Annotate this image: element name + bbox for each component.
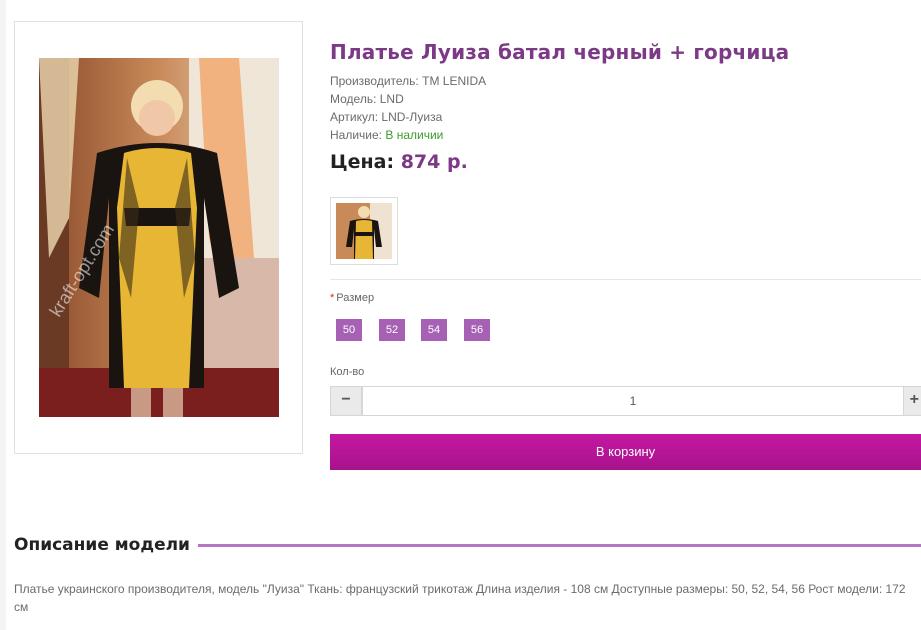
manufacturer-link[interactable]: TM LENIDA bbox=[422, 74, 486, 88]
description-heading-rule bbox=[180, 544, 921, 547]
thumbnail-photo bbox=[336, 203, 392, 259]
product-thumbnail[interactable] bbox=[330, 197, 398, 265]
stock-status: В наличии bbox=[385, 128, 444, 142]
manufacturer-row: Производитель: TM LENIDA bbox=[330, 74, 486, 88]
options-divider bbox=[330, 279, 921, 280]
quantity-plus-button[interactable]: + bbox=[903, 386, 921, 416]
quantity-input[interactable] bbox=[362, 386, 904, 416]
page-left-edge bbox=[0, 0, 6, 630]
main-image-frame[interactable]: kraft-opt.com bbox=[14, 21, 303, 454]
add-to-cart-button[interactable]: В корзину bbox=[330, 434, 921, 470]
quantity-minus-button[interactable]: − bbox=[330, 386, 362, 416]
model-label: Модель: bbox=[330, 92, 377, 106]
size-option-56[interactable]: 56 bbox=[464, 319, 490, 341]
quantity-label: Кол-во bbox=[330, 366, 365, 378]
product-main-image[interactable]: kraft-opt.com bbox=[39, 58, 279, 417]
product-title: Платье Луиза батал черный + горчица bbox=[330, 40, 790, 64]
model-row: Модель: LND bbox=[330, 92, 404, 106]
description-text: Платье украинского производителя, модель… bbox=[14, 582, 906, 614]
model-value: LND bbox=[379, 92, 404, 106]
size-option-50[interactable]: 50 bbox=[336, 319, 362, 341]
price-label: Цена: bbox=[330, 151, 395, 173]
size-label: * Размер bbox=[330, 292, 375, 304]
stock-row: Наличие: В наличии bbox=[330, 128, 443, 142]
size-option-54[interactable]: 54 bbox=[421, 319, 447, 341]
size-option-52[interactable]: 52 bbox=[379, 319, 405, 341]
manufacturer-label: Производитель: bbox=[330, 74, 419, 88]
price-row: Цена: 874 р. bbox=[330, 151, 468, 173]
description-heading: Описание модели bbox=[14, 535, 198, 555]
required-asterisk: * bbox=[330, 292, 335, 304]
article-label: Артикул: bbox=[330, 110, 379, 124]
product-photo-dress: kraft-opt.com bbox=[39, 58, 279, 417]
stock-label: Наличие: bbox=[330, 128, 383, 142]
article-row: Артикул: LND-Луиза bbox=[330, 110, 442, 124]
price-value: 874 р. bbox=[400, 151, 468, 173]
article-value: LND-Луиза bbox=[381, 110, 443, 124]
